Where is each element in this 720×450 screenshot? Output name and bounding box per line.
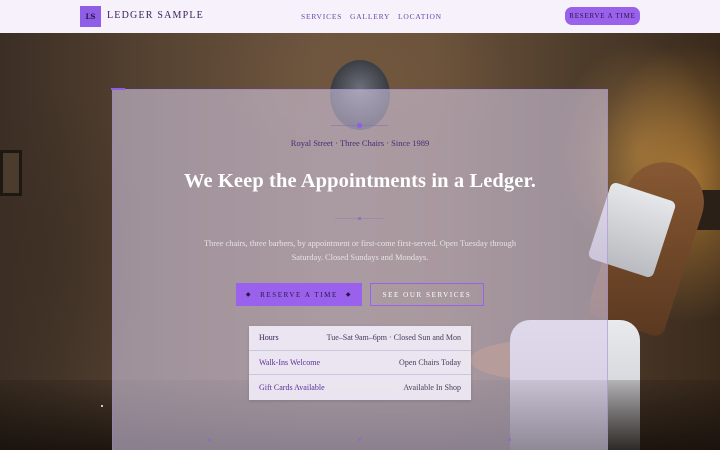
info-value: Tue–Sat 9am–6pm · Closed Sun and Mon [326, 333, 461, 343]
nav-link-services[interactable]: SERVICES [301, 12, 342, 21]
wall-mirror-left [0, 150, 22, 196]
see-services-button[interactable]: SEE OUR SERVICES [370, 283, 484, 306]
shop-info-table: Hours Tue–Sat 9am–6pm · Closed Sun and M… [249, 326, 471, 400]
info-value: Open Chairs Today [399, 357, 461, 367]
info-value: Available In Shop [403, 382, 461, 392]
logo-mark[interactable]: LS [80, 6, 101, 27]
logo-text[interactable]: LEDGER SAMPLE [107, 10, 204, 21]
card-corner-accent [111, 88, 125, 90]
decorative-sparkle [101, 405, 103, 407]
feature-marker-left [208, 438, 211, 441]
hero-divider-dot [358, 217, 361, 220]
info-row-walk-ins: Walk-Ins Welcome Open Chairs Today [249, 351, 471, 376]
site-header: LS LEDGER SAMPLE SERVICES GALLERY LOCATI… [0, 0, 720, 33]
reserve-time-header-button[interactable]: RESERVE A TIME [565, 7, 640, 25]
feature-marker-right [508, 438, 511, 441]
hero-headline: We Keep the Appointments in a Ledger. [183, 170, 537, 192]
info-label: Gift Cards Available [259, 382, 325, 392]
info-row-gift-cards: Gift Cards Available Available In Shop [249, 375, 471, 400]
diamond-icon: ◆ [345, 292, 353, 298]
hero-lede: Three chairs, three barbers, by appointm… [203, 239, 517, 262]
reserve-time-button-label: RESERVE A TIME [260, 290, 338, 299]
hero-kicker: Royal Street · Three Chairs · Since 1989 [290, 138, 430, 148]
nav-link-gallery[interactable]: GALLERY [350, 12, 390, 21]
info-label: Walk-Ins Welcome [259, 357, 320, 367]
feature-marker-center [358, 438, 361, 441]
diamond-icon: ◆ [245, 292, 253, 298]
nav-link-location[interactable]: LOCATION [398, 12, 442, 21]
info-row-hours: Hours Tue–Sat 9am–6pm · Closed Sun and M… [249, 326, 471, 351]
hero-top-dot [357, 123, 362, 128]
info-label: Hours [259, 333, 279, 343]
reserve-time-button[interactable]: ◆ RESERVE A TIME ◆ [236, 283, 362, 306]
